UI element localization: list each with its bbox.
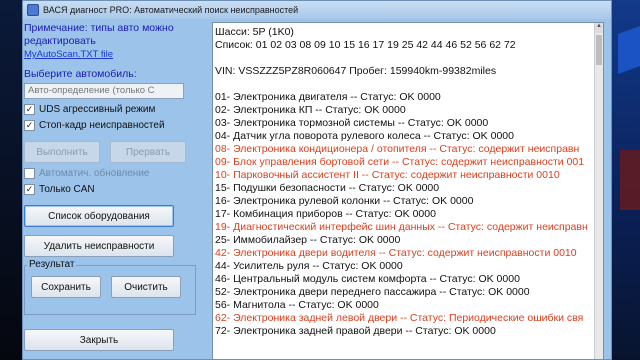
desktop-wallpaper-shape <box>618 25 640 75</box>
close-button[interactable]: Закрыть <box>24 329 174 351</box>
auto-update-label: Автоматич. обновление <box>39 168 150 179</box>
module-status-line: 42- Электроника двери водителя -- Статус… <box>215 247 577 259</box>
title-bar[interactable]: ВАСЯ диагност PRO: Автоматический поиск … <box>23 1 611 19</box>
module-status-line: 04- Датчик угла поворота рулевого колеса… <box>215 130 514 142</box>
interrupt-button[interactable]: Прервать <box>110 141 186 163</box>
module-status-line: 52- Электроника двери переднего пассажир… <box>215 286 530 298</box>
equipment-list-button[interactable]: Список оборудования <box>24 205 174 227</box>
vertical-scrollbar[interactable]: ▲ <box>594 23 603 359</box>
module-status-line: 44- Усилитель руля -- Статус: OK 0000 <box>215 260 403 272</box>
desktop-background-right <box>612 0 640 360</box>
scroll-thumb[interactable] <box>596 35 602 65</box>
module-status-line: 25- Иммобилайзер -- Статус: OK 0000 <box>215 234 401 246</box>
freeze-frame-label: Стоп-кадр неисправностей <box>39 120 165 131</box>
checkbox-checked-icon: ✓ <box>24 104 35 115</box>
uds-aggressive-label: UDS агрессивный режим <box>39 104 156 115</box>
module-status-line: 16- Электроника рулевой колонки -- Стату… <box>215 195 474 207</box>
app-icon <box>27 4 39 16</box>
result-group-label: Результат <box>27 259 77 270</box>
choose-car-label: Выберите автомобиль: <box>24 68 137 80</box>
module-status-line: 19- Диагностический интерфейс шин данных… <box>215 221 588 233</box>
scroll-up-icon[interactable]: ▲ <box>595 23 603 33</box>
chassis-line: Шасси: 5P (1K0) <box>215 26 294 38</box>
vin-line: VIN: VSSZZZ5PZ8R060647 Пробег: 159940km-… <box>215 65 497 77</box>
module-status-line: 15- Подушки безопасности -- Статус: OK 0… <box>215 182 440 194</box>
module-status-line: 56- Магнитола -- Статус: OK 0000 <box>215 299 379 311</box>
module-status-line: 62- Электроника задней левой двери -- Ст… <box>215 312 584 324</box>
module-list-line: Список: 01 02 03 08 09 10 15 16 17 19 25… <box>215 39 516 51</box>
module-status-line: 46- Центральный модуль систем комфорта -… <box>215 273 520 285</box>
desktop-background-left <box>0 0 22 360</box>
module-status-line: 01- Электроника двигателя -- Статус: OK … <box>215 91 441 103</box>
window-title: ВАСЯ диагност PRO: Автоматический поиск … <box>43 5 299 15</box>
module-status-line: 09- Блок управления бортовой сети -- Ста… <box>215 156 585 168</box>
clear-button[interactable]: Очистить <box>111 276 181 298</box>
checkbox-checked-icon: ✓ <box>24 120 35 131</box>
module-status-line: 17- Комбинация приборов -- Статус: OK 00… <box>215 208 436 220</box>
module-status-line: 02- Электроника КП -- Статус: OK 0000 <box>215 104 406 116</box>
freeze-frame-checkbox[interactable]: ✓ Стоп-кадр неисправностей <box>24 120 206 131</box>
run-button[interactable]: Выполнить <box>24 141 100 163</box>
module-status-line: 10- Парковочный ассистент II -- Статус: … <box>215 169 560 181</box>
checkbox-unchecked-icon <box>24 168 35 179</box>
result-group: Результат Сохранить Очистить <box>24 259 196 315</box>
clear-faults-button[interactable]: Удалить неисправности <box>24 235 174 257</box>
can-only-checkbox[interactable]: ✓ Только CAN <box>24 184 206 195</box>
can-only-label: Только CAN <box>39 184 95 195</box>
module-status-line: 72- Электроника задней правой двери -- С… <box>215 325 496 337</box>
desktop-wallpaper-shape <box>620 150 640 210</box>
car-select[interactable]: Авто-определение (только С <box>24 83 184 99</box>
control-panel: Примечание: типы авто можно редактироват… <box>24 22 206 360</box>
module-status-line: 03- Электроника тормозной системы -- Ста… <box>215 117 489 129</box>
uds-aggressive-checkbox[interactable]: ✓ UDS агрессивный режим <box>24 104 206 115</box>
auto-update-checkbox[interactable]: Автоматич. обновление <box>24 168 206 179</box>
checkbox-checked-icon: ✓ <box>24 184 35 195</box>
module-status-line: 08- Электроника кондиционера / отопителя… <box>215 143 580 155</box>
report-text-area[interactable]: Шасси: 5P (1K0) Список: 01 02 03 08 09 1… <box>212 22 604 360</box>
save-button[interactable]: Сохранить <box>31 276 101 298</box>
autoscan-file-link[interactable]: MyAutoScan.TXT file <box>24 49 206 60</box>
note-text: Примечание: типы авто можно редактироват… <box>24 22 174 47</box>
report-content: Шасси: 5P (1K0) Список: 01 02 03 08 09 1… <box>213 23 603 338</box>
